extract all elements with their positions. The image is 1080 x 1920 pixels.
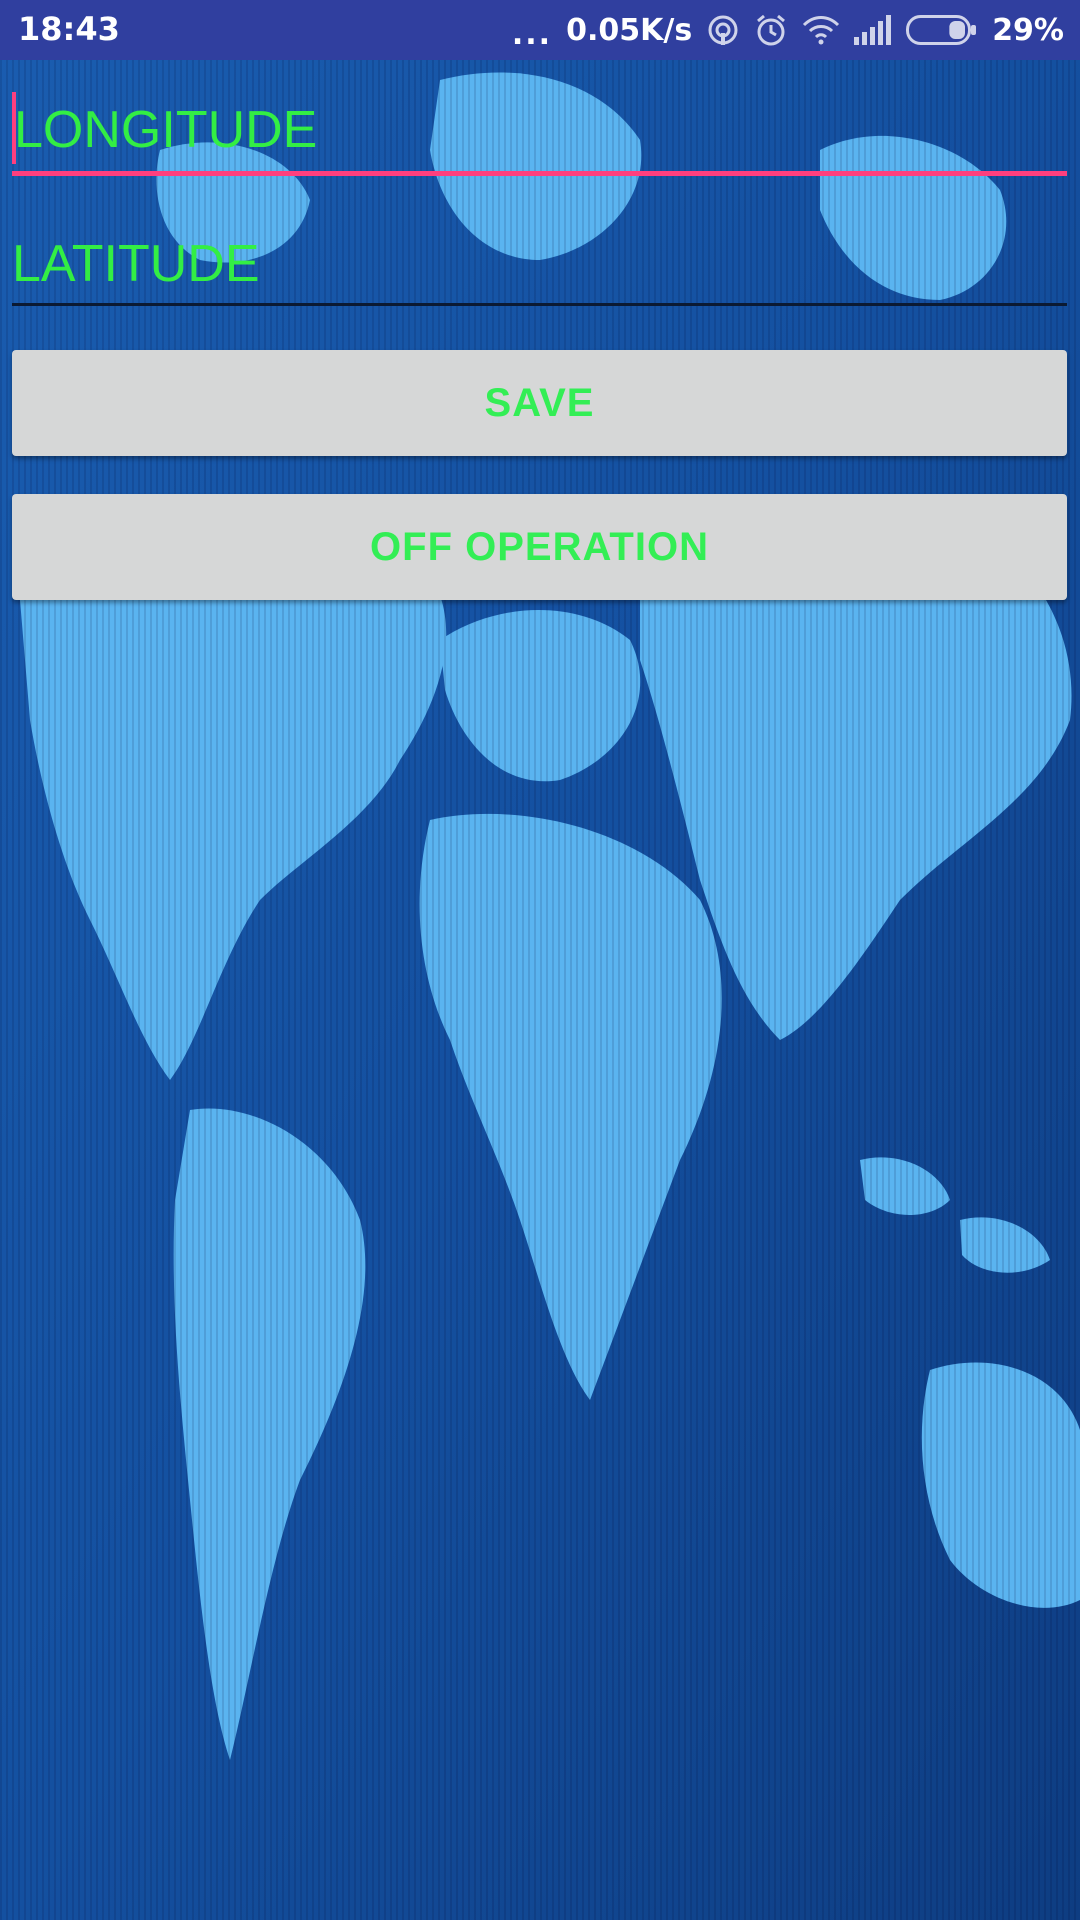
battery-icon	[906, 15, 978, 45]
network-speed: 0.05K/s	[566, 12, 693, 48]
wifi-icon	[802, 15, 840, 45]
latitude-placeholder: LATITUDE	[12, 235, 260, 293]
status-time: 18:43	[18, 10, 120, 48]
latitude-field[interactable]: LATITUDE	[12, 210, 1067, 306]
off-operation-button[interactable]: OFF OPERATION	[12, 494, 1067, 600]
longitude-underline	[12, 171, 1067, 176]
signal-icon	[854, 15, 892, 45]
longitude-placeholder: LONGITUDE	[14, 101, 318, 159]
hotspot-icon	[706, 13, 740, 47]
latitude-underline	[12, 303, 1067, 306]
status-icons: ... 0.05K/s 29%	[512, 0, 1064, 60]
status-bar: 18:43 ... 0.05K/s 29%	[0, 0, 1080, 60]
longitude-field[interactable]: LONGITUDE	[12, 80, 1067, 176]
alarm-icon	[754, 13, 788, 47]
save-button[interactable]: SAVE	[12, 350, 1067, 456]
battery-percent: 29%	[992, 12, 1064, 48]
more-notifications-icon: ...	[511, 16, 553, 52]
